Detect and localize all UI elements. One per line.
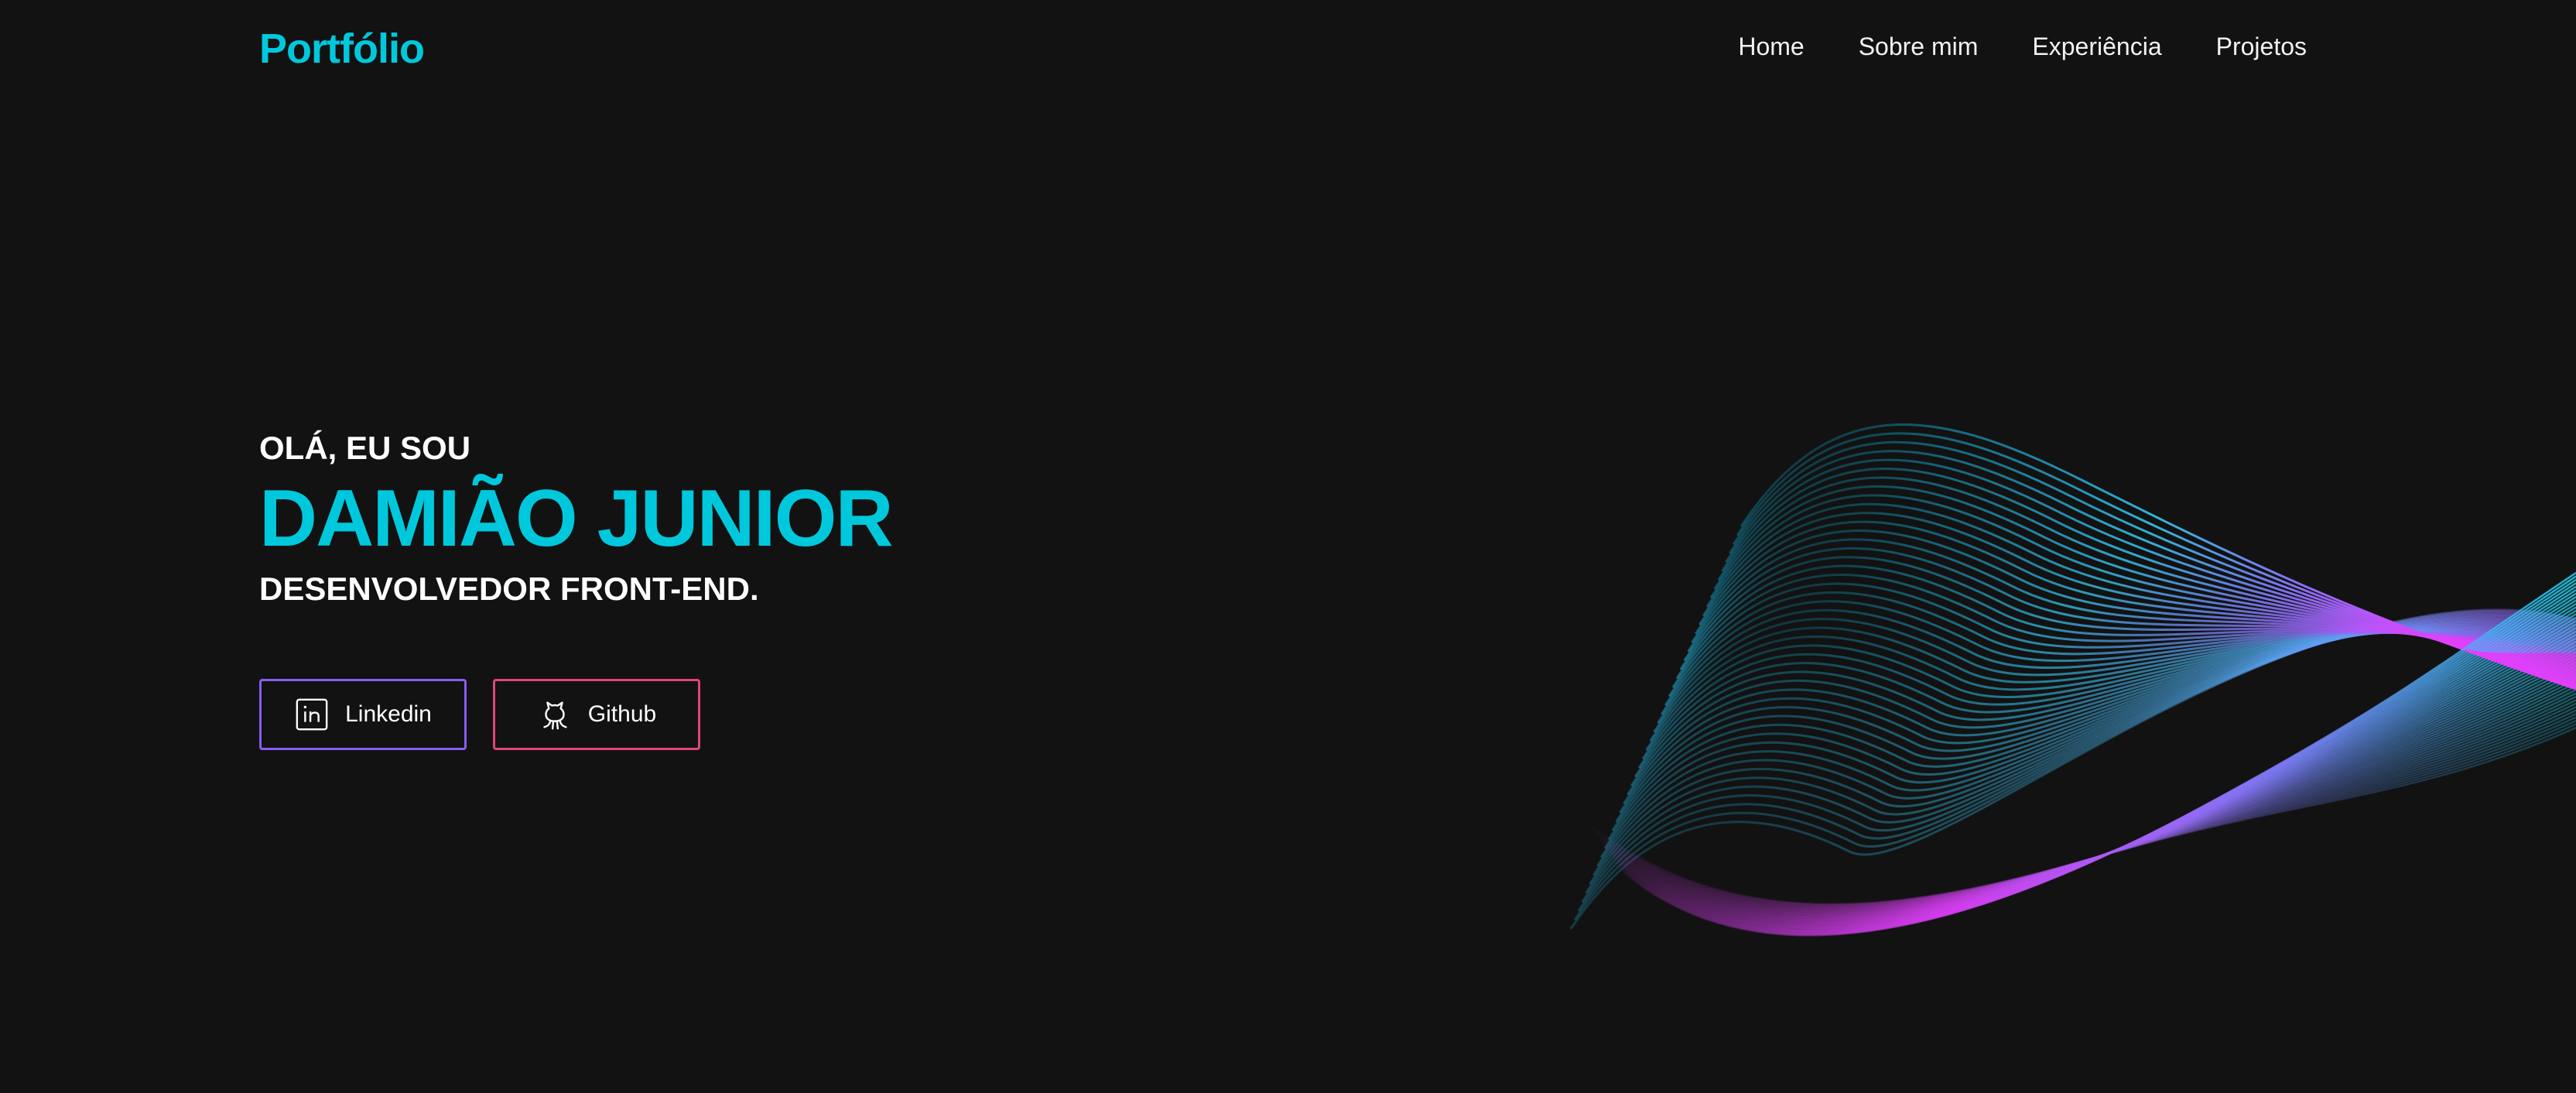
hero-role: DESENVOLVEDOR FRONT-END.: [259, 570, 759, 607]
navbar: Portfólio Home Sobre mim Experiência Pro…: [0, 0, 2576, 101]
nav-link-sobre-mim[interactable]: Sobre mim: [1859, 33, 1979, 61]
hero-greeting: OLÁ, EU SOU: [259, 430, 471, 466]
linkedin-button[interactable]: Linkedin: [259, 679, 467, 750]
nav-link-experiencia[interactable]: Experiência: [2032, 33, 2161, 61]
wave-strand: [1606, 623, 2576, 926]
github-button[interactable]: Github: [493, 679, 700, 750]
wave-lines: [1569, 423, 2576, 937]
linkedin-icon: [294, 697, 330, 732]
nav-link-projetos[interactable]: Projetos: [2216, 33, 2307, 61]
github-icon: [537, 697, 573, 732]
nav-links: Home Sobre mim Experiência Projetos: [1738, 33, 2307, 61]
nav-link-home[interactable]: Home: [1738, 33, 1804, 61]
linkedin-button-label: Linkedin: [345, 701, 432, 727]
github-button-label: Github: [587, 701, 657, 727]
social-buttons: Linkedin Github: [259, 679, 700, 750]
hero-text: OLÁ, EU SOU DAMIÃO JUNIOR DESENVOLVEDOR …: [259, 424, 894, 613]
hero-name: DAMIÃO JUNIOR: [259, 474, 894, 564]
wave-strand: [1687, 546, 2576, 669]
logo-link[interactable]: Portfólio: [259, 25, 425, 73]
wave-illustration: [1569, 423, 2576, 937]
